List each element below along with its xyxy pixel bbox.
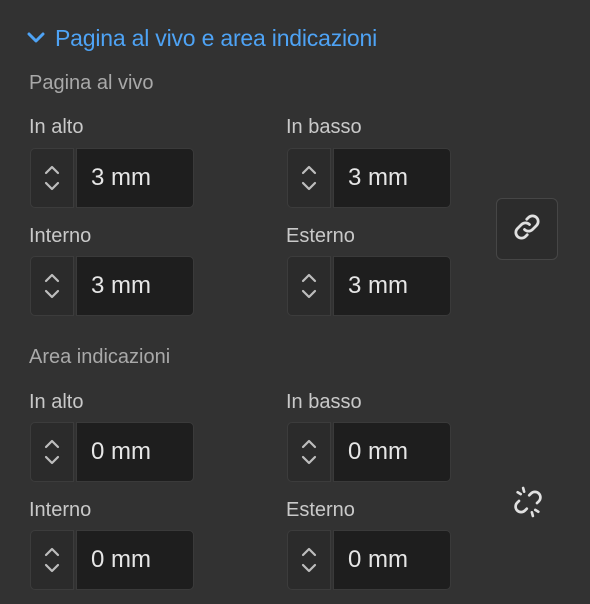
stepper-arrows[interactable] <box>287 148 331 208</box>
slug-outside-input[interactable]: 0 mm <box>333 530 451 590</box>
chevron-down-icon[interactable] <box>301 181 317 191</box>
stepper-arrows[interactable] <box>30 148 74 208</box>
chevron-down-icon[interactable] <box>301 563 317 573</box>
slug-bottom-input[interactable]: 0 mm <box>333 422 451 482</box>
chevron-down-icon[interactable] <box>44 563 60 573</box>
slug-inside-input[interactable]: 0 mm <box>76 530 194 590</box>
section-header[interactable]: Pagina al vivo e area indicazioni <box>27 22 377 54</box>
bleed-section-label: Pagina al vivo <box>29 72 154 94</box>
slug-top-label: In alto <box>29 391 84 413</box>
stepper-arrows[interactable] <box>30 422 74 482</box>
slug-bottom-stepper[interactable]: 0 mm <box>287 422 451 482</box>
bleed-bottom-stepper[interactable]: 3 mm <box>287 148 451 208</box>
bleed-outside-label: Esterno <box>286 225 355 247</box>
slug-top-stepper[interactable]: 0 mm <box>30 422 194 482</box>
chevron-up-icon[interactable] <box>301 439 317 449</box>
chevron-up-icon[interactable] <box>301 547 317 557</box>
chevron-down-icon <box>27 32 45 44</box>
bleed-outside-input[interactable]: 3 mm <box>333 256 451 316</box>
bleed-inside-input[interactable]: 3 mm <box>76 256 194 316</box>
chevron-up-icon[interactable] <box>301 273 317 283</box>
bleed-outside-stepper[interactable]: 3 mm <box>287 256 451 316</box>
chevron-down-icon[interactable] <box>301 289 317 299</box>
bleed-inside-label: Interno <box>29 225 92 247</box>
stepper-arrows[interactable] <box>287 422 331 482</box>
bleed-top-input[interactable]: 3 mm <box>76 148 194 208</box>
bleed-bottom-input[interactable]: 3 mm <box>333 148 451 208</box>
chevron-down-icon[interactable] <box>301 455 317 465</box>
chevron-up-icon[interactable] <box>44 547 60 557</box>
chevron-down-icon[interactable] <box>44 289 60 299</box>
stepper-arrows[interactable] <box>287 256 331 316</box>
chevron-up-icon[interactable] <box>44 439 60 449</box>
link-icon <box>512 212 542 247</box>
slug-top-input[interactable]: 0 mm <box>76 422 194 482</box>
slug-section-label: Area indicazioni <box>29 346 171 368</box>
bleed-slug-panel: Pagina al vivo e area indicazioni Pagina… <box>0 0 590 604</box>
unlink-icon <box>511 485 545 524</box>
slug-outside-stepper[interactable]: 0 mm <box>287 530 451 590</box>
stepper-arrows[interactable] <box>287 530 331 590</box>
slug-link-button[interactable] <box>497 473 559 535</box>
stepper-arrows[interactable] <box>30 256 74 316</box>
section-title: Pagina al vivo e area indicazioni <box>55 24 377 51</box>
bleed-inside-stepper[interactable]: 3 mm <box>30 256 194 316</box>
chevron-down-icon[interactable] <box>44 181 60 191</box>
chevron-down-icon[interactable] <box>44 455 60 465</box>
stepper-arrows[interactable] <box>30 530 74 590</box>
chevron-up-icon[interactable] <box>301 165 317 175</box>
slug-inside-stepper[interactable]: 0 mm <box>30 530 194 590</box>
slug-bottom-label: In basso <box>286 391 362 413</box>
chevron-up-icon[interactable] <box>44 165 60 175</box>
slug-outside-label: Esterno <box>286 499 355 521</box>
slug-inside-label: Interno <box>29 499 92 521</box>
bleed-top-label: In alto <box>29 116 84 138</box>
bleed-link-button[interactable] <box>496 198 558 260</box>
bleed-top-stepper[interactable]: 3 mm <box>30 148 194 208</box>
bleed-bottom-label: In basso <box>286 116 362 138</box>
chevron-up-icon[interactable] <box>44 273 60 283</box>
